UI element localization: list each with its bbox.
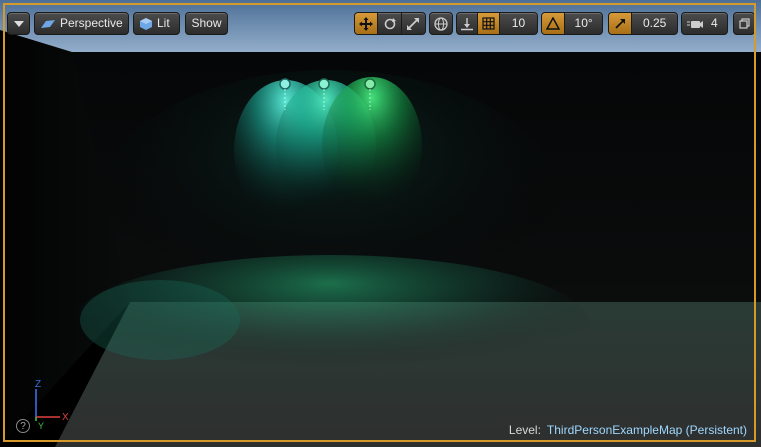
perspective-icon bbox=[41, 19, 55, 28]
rotation-snap-toggle[interactable] bbox=[542, 13, 566, 34]
scale-snap-icon bbox=[615, 19, 625, 29]
help-icon[interactable]: ? bbox=[16, 419, 30, 433]
camera-speed-value: 4 bbox=[711, 16, 718, 30]
grid-snap-value-dropdown[interactable]: 10 bbox=[500, 13, 537, 34]
scale-tool-button[interactable] bbox=[402, 13, 425, 34]
grid-snap-group: 10 bbox=[456, 12, 538, 35]
rotation-snap-value: 10° bbox=[574, 16, 593, 30]
scale-snap-value: 0.25 bbox=[642, 16, 667, 30]
scale-snap-group: 0.25 bbox=[608, 12, 678, 35]
level-prefix: Level: bbox=[508, 423, 541, 437]
restore-window-icon bbox=[738, 18, 750, 29]
grid-snap-value: 10 bbox=[511, 16, 526, 30]
transform-tools-group bbox=[354, 12, 426, 35]
level-viewport[interactable]: Perspective Lit Show 10 10° 0.25 4 Z X Y… bbox=[0, 0, 761, 447]
surface-snap-icon bbox=[461, 17, 474, 30]
viewport-toolbar: Perspective Lit Show 10 10° 0.25 4 bbox=[0, 0, 761, 44]
chevron-down-icon bbox=[13, 20, 24, 27]
axis-z-label: Z bbox=[35, 379, 41, 390]
axis-x-label: X bbox=[62, 412, 69, 423]
level-status: Level: ThirdPersonExampleMap (Persistent) bbox=[509, 423, 747, 437]
globe-icon bbox=[434, 16, 448, 31]
show-label: Show bbox=[191, 16, 222, 30]
lighting-mode-button[interactable]: Lit bbox=[133, 12, 180, 35]
level-name: ThirdPersonExampleMap (Persistent) bbox=[546, 423, 747, 437]
show-button[interactable]: Show bbox=[185, 12, 228, 35]
lit-cube-icon bbox=[140, 17, 152, 30]
rotate-tool-button[interactable] bbox=[378, 13, 402, 34]
rotation-snap-value-dropdown[interactable]: 10° bbox=[565, 13, 602, 34]
move-icon bbox=[359, 16, 374, 31]
scene-render[interactable] bbox=[0, 0, 761, 447]
axis-y-label: Y bbox=[38, 421, 44, 431]
angle-icon bbox=[546, 17, 561, 30]
translate-tool-button[interactable] bbox=[355, 13, 379, 34]
coordinate-system-button[interactable] bbox=[429, 12, 453, 35]
rotation-snap-group: 10° bbox=[541, 12, 603, 35]
scale-snap-value-dropdown[interactable]: 0.25 bbox=[632, 13, 677, 34]
maximize-viewport-button[interactable] bbox=[733, 12, 755, 35]
rotate-icon bbox=[384, 17, 396, 29]
view-mode-label: Perspective bbox=[60, 16, 123, 30]
spot-light-cone-3 bbox=[322, 77, 422, 213]
camera-speed-icon bbox=[687, 20, 703, 28]
viewport-options-button[interactable] bbox=[7, 12, 30, 35]
view-mode-button[interactable]: Perspective bbox=[34, 12, 129, 35]
camera-speed-button[interactable]: 4 bbox=[681, 12, 728, 35]
grid-icon bbox=[482, 17, 495, 30]
surface-snap-button[interactable] bbox=[457, 13, 479, 34]
lighting-mode-label: Lit bbox=[157, 16, 170, 30]
grid-snap-toggle[interactable] bbox=[478, 13, 500, 34]
scale-icon bbox=[407, 17, 420, 30]
scale-snap-toggle[interactable] bbox=[609, 13, 633, 34]
